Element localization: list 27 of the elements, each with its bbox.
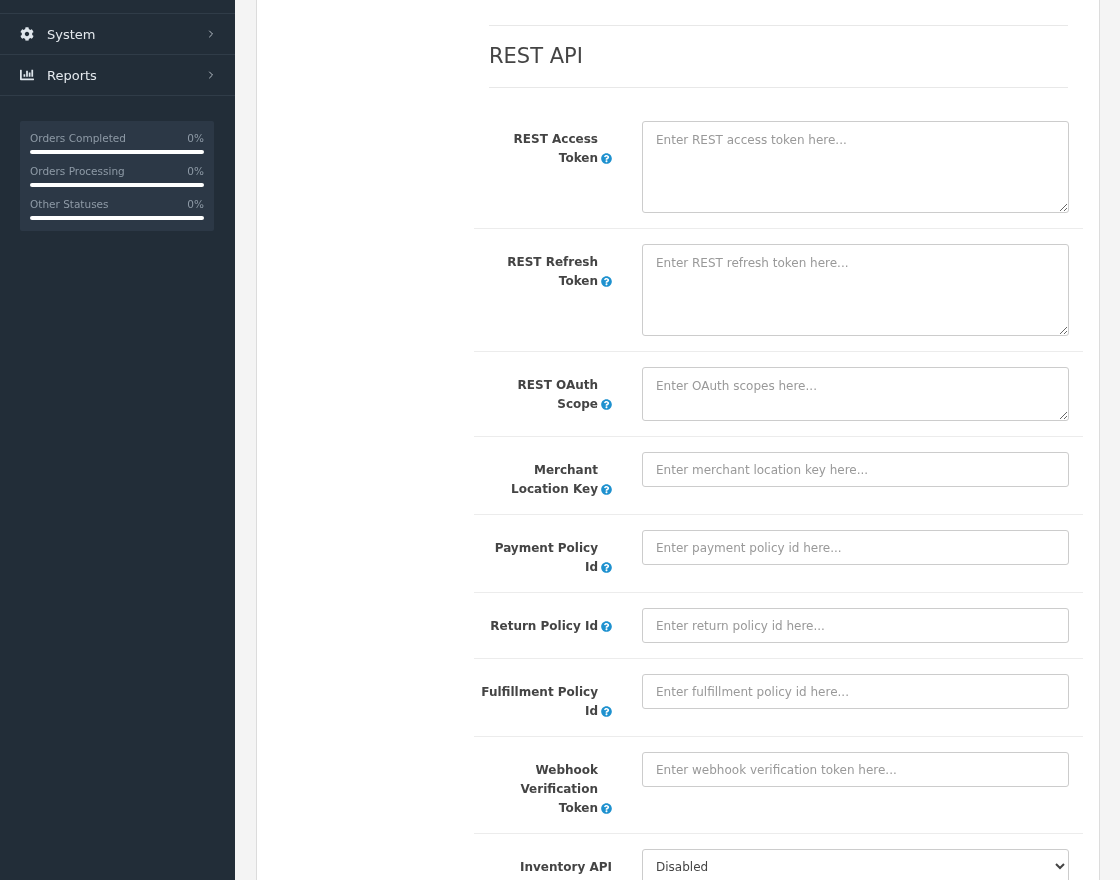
section-title: REST API: [489, 43, 583, 69]
field-label: Inventory API: [520, 860, 612, 874]
text-area[interactable]: Enter OAuth scopes here...: [642, 367, 1069, 421]
field-label: Merchant Location Key: [511, 463, 598, 496]
gear-icon: [20, 27, 34, 41]
field-label: Payment Policy Id: [494, 541, 598, 574]
field-label: REST Refresh Token: [507, 255, 598, 288]
text-field[interactable]: Enter payment policy id here...: [642, 530, 1069, 565]
field-label: Return Policy Id: [490, 619, 598, 633]
stat-label: Other Statuses: [30, 197, 109, 212]
text-area[interactable]: Enter REST refresh token here...: [642, 244, 1069, 336]
stat-label: Orders Completed: [30, 131, 126, 146]
stat-percent: 0%: [187, 164, 204, 179]
text-field[interactable]: Enter fulfillment policy id here...: [642, 674, 1069, 709]
field-label: Webhook Verification Token: [520, 763, 598, 815]
text-field[interactable]: Enter merchant location key here...: [642, 452, 1069, 487]
stat-percent: 0%: [187, 131, 204, 146]
field-label: REST Access Token: [513, 132, 598, 165]
field-label: REST OAuth Scope: [517, 378, 598, 411]
text-field[interactable]: Enter return policy id here...: [642, 608, 1069, 643]
field-label: Fulfillment Policy Id: [481, 685, 598, 718]
text-field[interactable]: Enter webhook verification token here...: [642, 752, 1069, 787]
dropdown-field[interactable]: Disabled: [642, 849, 1069, 880]
stat-percent: 0%: [187, 197, 204, 212]
text-area[interactable]: Enter REST access token here...: [642, 121, 1069, 213]
bar-chart-icon: [20, 68, 34, 82]
stat-label: Orders Processing: [30, 164, 125, 179]
